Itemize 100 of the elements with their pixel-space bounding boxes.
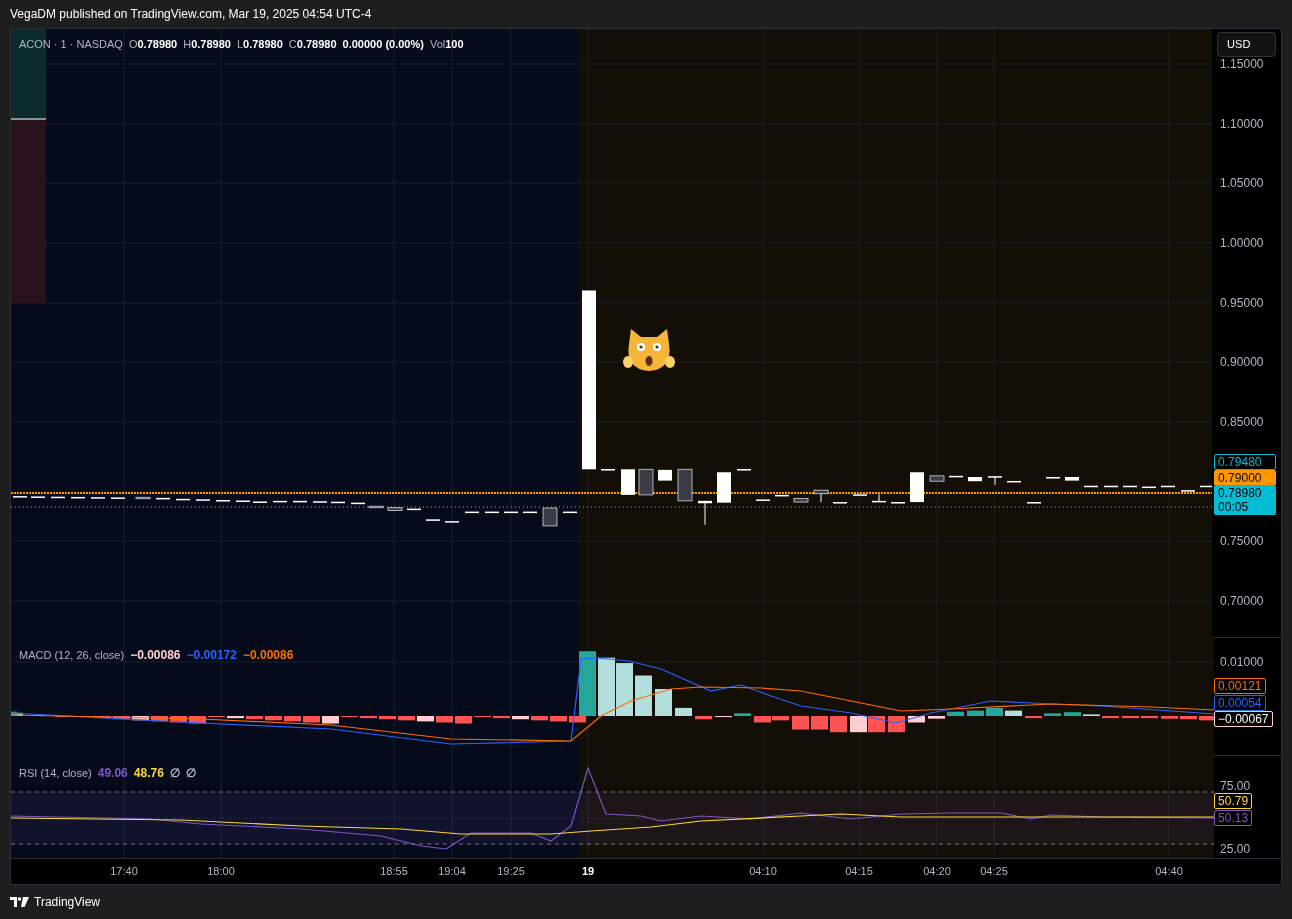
histogram-bar	[868, 716, 885, 733]
candle	[949, 475, 963, 478]
candle	[621, 469, 635, 495]
candle	[407, 508, 421, 511]
price-axis-label: 0.70000	[1220, 594, 1264, 608]
histogram-bar	[1161, 716, 1178, 719]
histogram-bar	[830, 716, 847, 733]
time-axis-label: 04:25	[980, 865, 1008, 878]
indicator-value: 48.76	[133, 765, 164, 782]
candle	[813, 489, 829, 503]
ohlc-value: C0.78980	[288, 37, 337, 52]
candle	[638, 468, 654, 496]
candle	[71, 496, 85, 499]
histogram-bar	[246, 716, 263, 720]
price-axis-label: 0.90000	[1220, 355, 1264, 369]
candle	[156, 497, 170, 500]
time-axis-label: 04:15	[845, 865, 873, 878]
indicator-title[interactable]: RSI (14, close)	[19, 764, 92, 782]
volume-value: Vol100	[429, 37, 464, 52]
histogram-bar	[550, 716, 567, 722]
indicator-value: ∅	[169, 765, 180, 782]
time-axis-label: 17:40	[110, 865, 138, 878]
candle	[135, 496, 151, 500]
candle	[1065, 477, 1079, 481]
histogram-bar	[908, 716, 925, 723]
histogram-bar	[635, 675, 652, 716]
currency-button[interactable]: USD	[1217, 32, 1277, 57]
histogram-bar	[265, 716, 282, 721]
time-axis-label: 18:00	[207, 865, 235, 878]
candle	[717, 472, 731, 503]
histogram-bar	[531, 716, 548, 721]
histogram-bar	[1102, 716, 1119, 719]
price-tag: 0.78980 00:05	[1214, 485, 1277, 515]
candle	[775, 494, 789, 497]
histogram-bar	[1180, 716, 1197, 720]
histogram-bar	[360, 716, 377, 719]
candle	[542, 507, 558, 527]
candle	[793, 498, 809, 503]
ohlc-value: O0.78980	[128, 37, 178, 52]
candle	[523, 511, 537, 514]
symbol-label[interactable]: ACON · 1 · NASDAQ	[19, 36, 123, 53]
candle	[1142, 486, 1156, 489]
candle	[988, 475, 1002, 486]
candle	[368, 505, 384, 509]
histogram-bar	[1141, 716, 1158, 719]
candle	[1123, 485, 1137, 488]
histogram-bar	[189, 716, 206, 724]
candle	[465, 511, 479, 514]
candle	[1104, 485, 1118, 488]
candle	[273, 500, 287, 503]
candle	[331, 501, 345, 504]
candle	[51, 496, 65, 499]
histogram-bar	[512, 716, 529, 720]
brand-name[interactable]: TradingView	[34, 893, 101, 911]
indicator-tag: 0.00121	[1214, 678, 1266, 694]
histogram-bar	[1199, 716, 1214, 721]
change-value: 0.00000 (0.00%)	[342, 37, 424, 52]
histogram-bar	[616, 663, 633, 716]
rsi-axis-label: 25.00	[1220, 842, 1251, 856]
histogram-bar	[734, 713, 751, 716]
time-axis-label: 19:04	[438, 865, 466, 878]
price-tag: 0.79000	[1214, 470, 1277, 486]
price-axis-label: 1.05000	[1220, 176, 1264, 190]
histogram-bar	[986, 707, 1003, 716]
histogram-bar	[967, 710, 984, 716]
histogram-bar	[113, 716, 130, 720]
ohlc-value: L0.78980	[236, 37, 283, 52]
candle	[698, 500, 712, 526]
price-axis-label: 1.00000	[1220, 236, 1264, 250]
candle	[910, 472, 924, 503]
indicator-value: −0.00086	[130, 647, 181, 664]
indicator-title[interactable]: MACD (12, 26, close)	[19, 646, 125, 664]
histogram-bar	[170, 716, 187, 723]
histogram-bar	[675, 707, 692, 716]
ohlc-value: H0.78980	[183, 37, 231, 52]
indicator-value: 49.06	[97, 765, 128, 782]
histogram-bar	[947, 711, 964, 716]
indicator-value: −0.00086	[242, 647, 294, 664]
histogram-bar	[455, 716, 472, 724]
logo-icon	[10, 897, 29, 907]
candle	[968, 477, 982, 482]
candle	[351, 502, 365, 505]
cat-face-icon	[623, 329, 675, 371]
histogram-bar	[850, 716, 867, 733]
histogram-bar	[436, 716, 453, 723]
price-axis-label: 1.15000	[1220, 57, 1264, 71]
candle	[1084, 485, 1098, 488]
histogram-bar	[888, 716, 905, 733]
candle	[1007, 480, 1021, 483]
indicator-tag: 50.13	[1214, 810, 1253, 826]
time-axis-label: 04:40	[1155, 865, 1183, 878]
time-axis-label: 04:10	[749, 865, 777, 878]
histogram-bar	[398, 716, 415, 721]
candle	[485, 511, 499, 514]
candle	[677, 468, 693, 502]
candle	[658, 469, 672, 481]
candle	[929, 475, 945, 482]
histogram-bar	[1044, 713, 1061, 716]
histogram-bar	[493, 716, 510, 719]
histogram-bar	[132, 716, 149, 721]
